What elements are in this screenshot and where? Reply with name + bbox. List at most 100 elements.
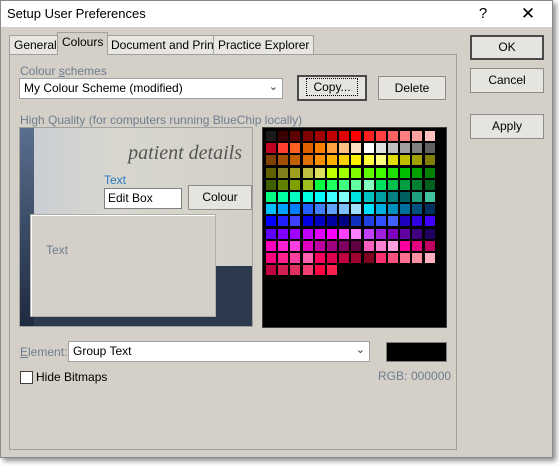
- palette-swatch[interactable]: [290, 240, 301, 251]
- palette-swatch[interactable]: [351, 143, 362, 154]
- palette-swatch[interactable]: [363, 253, 374, 263]
- palette-swatch[interactable]: [424, 131, 435, 141]
- palette-swatch[interactable]: [290, 216, 301, 227]
- palette-swatch[interactable]: [339, 131, 350, 141]
- palette-swatch[interactable]: [290, 143, 301, 154]
- palette-swatch[interactable]: [266, 155, 276, 166]
- palette-swatch[interactable]: [400, 216, 411, 227]
- palette-swatch[interactable]: [302, 155, 313, 166]
- palette-swatch[interactable]: [412, 216, 423, 227]
- close-button[interactable]: ✕: [506, 1, 550, 27]
- palette-swatch[interactable]: [400, 204, 411, 215]
- palette-swatch[interactable]: [278, 216, 289, 227]
- palette-swatch[interactable]: [266, 265, 276, 276]
- palette-swatch[interactable]: [363, 143, 374, 154]
- palette-swatch[interactable]: [363, 131, 374, 141]
- palette-swatch[interactable]: [388, 228, 398, 239]
- palette-swatch[interactable]: [314, 240, 325, 251]
- palette-swatch[interactable]: [363, 179, 374, 190]
- palette-swatch[interactable]: [339, 204, 350, 215]
- palette-swatch[interactable]: [302, 265, 313, 276]
- palette-swatch[interactable]: [278, 228, 289, 239]
- hide-bitmaps-label[interactable]: Hide Bitmaps: [36, 370, 107, 384]
- palette-swatch[interactable]: [290, 253, 301, 263]
- palette-swatch[interactable]: [351, 155, 362, 166]
- palette-swatch[interactable]: [266, 228, 276, 239]
- palette-swatch[interactable]: [266, 253, 276, 263]
- palette-swatch[interactable]: [302, 143, 313, 154]
- palette-swatch[interactable]: [412, 228, 423, 239]
- palette-swatch[interactable]: [363, 228, 374, 239]
- palette-swatch[interactable]: [278, 253, 289, 263]
- palette-swatch[interactable]: [314, 265, 325, 276]
- palette-swatch[interactable]: [388, 253, 398, 263]
- palette-swatch[interactable]: [278, 167, 289, 178]
- palette-swatch[interactable]: [388, 179, 398, 190]
- tab-colours[interactable]: Colours: [57, 32, 109, 55]
- palette-swatch[interactable]: [327, 192, 337, 202]
- palette-swatch[interactable]: [314, 167, 325, 178]
- palette-swatch[interactable]: [412, 143, 423, 154]
- palette-swatch[interactable]: [388, 204, 398, 215]
- palette-swatch[interactable]: [290, 179, 301, 190]
- palette-swatch[interactable]: [302, 131, 313, 141]
- palette-swatch[interactable]: [314, 204, 325, 215]
- palette-swatch[interactable]: [375, 167, 386, 178]
- palette-swatch[interactable]: [302, 253, 313, 263]
- palette-swatch[interactable]: [266, 192, 276, 202]
- palette-swatch[interactable]: [278, 131, 289, 141]
- palette-swatch[interactable]: [339, 240, 350, 251]
- help-button[interactable]: ?: [461, 1, 505, 27]
- palette-swatch[interactable]: [290, 131, 301, 141]
- palette-swatch[interactable]: [339, 155, 350, 166]
- delete-button[interactable]: Delete: [378, 76, 446, 100]
- palette-swatch[interactable]: [327, 167, 337, 178]
- palette-swatch[interactable]: [388, 216, 398, 227]
- palette-swatch[interactable]: [290, 265, 301, 276]
- palette-swatch[interactable]: [327, 240, 337, 251]
- palette-swatch[interactable]: [314, 228, 325, 239]
- palette-swatch[interactable]: [363, 192, 374, 202]
- palette-swatch[interactable]: [302, 240, 313, 251]
- palette-swatch[interactable]: [339, 192, 350, 202]
- palette-swatch[interactable]: [424, 228, 435, 239]
- palette-swatch[interactable]: [302, 167, 313, 178]
- palette-swatch[interactable]: [400, 228, 411, 239]
- palette-swatch[interactable]: [290, 228, 301, 239]
- tab-document-and-print[interactable]: Document and Print: [106, 35, 223, 54]
- palette-swatch[interactable]: [351, 167, 362, 178]
- palette-swatch[interactable]: [278, 265, 289, 276]
- palette-swatch[interactable]: [388, 240, 398, 251]
- palette-swatch[interactable]: [314, 253, 325, 263]
- palette-swatch[interactable]: [302, 216, 313, 227]
- palette-swatch[interactable]: [412, 253, 423, 263]
- colour-palette[interactable]: [262, 127, 447, 328]
- palette-swatch[interactable]: [412, 167, 423, 178]
- element-select[interactable]: Group Text ⌄: [68, 341, 370, 362]
- palette-swatch[interactable]: [266, 131, 276, 141]
- palette-swatch[interactable]: [412, 155, 423, 166]
- palette-swatch[interactable]: [327, 131, 337, 141]
- palette-swatch[interactable]: [375, 131, 386, 141]
- palette-swatch[interactable]: [400, 167, 411, 178]
- palette-swatch[interactable]: [327, 228, 337, 239]
- palette-swatch[interactable]: [302, 179, 313, 190]
- palette-swatch[interactable]: [327, 179, 337, 190]
- palette-swatch[interactable]: [327, 253, 337, 263]
- palette-swatch[interactable]: [351, 228, 362, 239]
- palette-swatch[interactable]: [424, 240, 435, 251]
- copy-button[interactable]: Copy...: [297, 75, 367, 101]
- palette-swatch[interactable]: [278, 155, 289, 166]
- palette-swatch[interactable]: [314, 155, 325, 166]
- palette-swatch[interactable]: [400, 253, 411, 263]
- palette-swatch[interactable]: [363, 240, 374, 251]
- palette-swatch[interactable]: [339, 167, 350, 178]
- palette-swatch[interactable]: [314, 131, 325, 141]
- palette-swatch[interactable]: [400, 143, 411, 154]
- palette-swatch[interactable]: [424, 155, 435, 166]
- palette-swatch[interactable]: [339, 253, 350, 263]
- palette-swatch[interactable]: [363, 216, 374, 227]
- palette-swatch[interactable]: [339, 179, 350, 190]
- palette-swatch[interactable]: [327, 155, 337, 166]
- palette-swatch[interactable]: [314, 143, 325, 154]
